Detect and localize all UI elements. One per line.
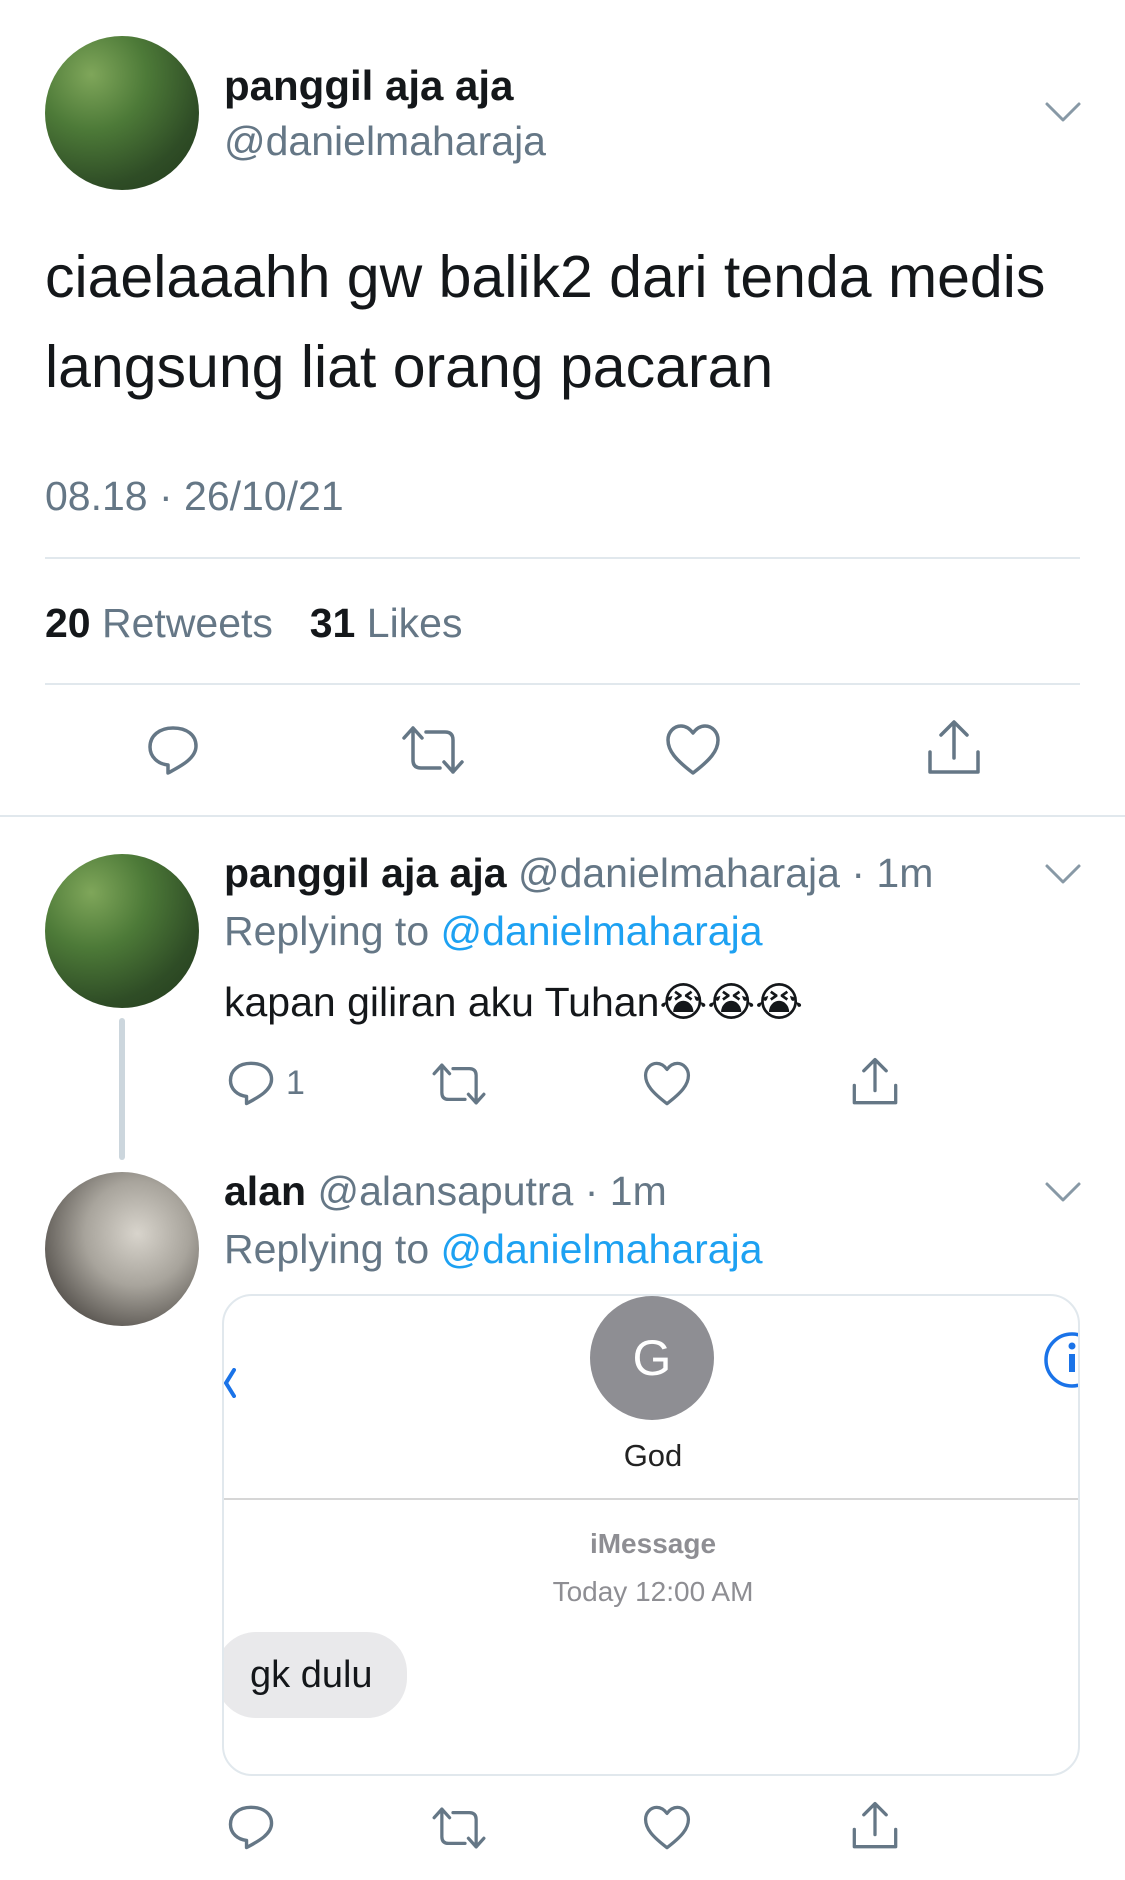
handle[interactable]: @danielmaharaja — [224, 118, 546, 165]
contact-name: God — [623, 1438, 683, 1473]
retweet-button[interactable] — [430, 1804, 488, 1852]
contact-avatar: G — [590, 1296, 714, 1420]
chevron-down-icon[interactable] — [1044, 100, 1082, 124]
heart-icon — [643, 1061, 691, 1106]
likes-stat[interactable]: 31 Likes — [310, 600, 463, 646]
reply-icon — [148, 726, 198, 775]
service-label: iMessage — [589, 1528, 717, 1559]
reply-button[interactable] — [226, 1802, 276, 1852]
reply-header: panggil aja aja @danielmaharaja · 1m — [224, 850, 933, 897]
heart-icon — [643, 1805, 691, 1850]
reply-button[interactable] — [145, 722, 201, 778]
share-icon — [852, 1057, 898, 1105]
retweets-label: Retweets — [102, 600, 273, 646]
replying-to: Replying to @danielmaharaja — [224, 908, 763, 955]
tweet-text-line: ciaelaaahh gw balik2 dari tenda medis — [45, 244, 1046, 310]
embed-divider — [224, 1498, 1078, 1500]
like-button[interactable] — [664, 722, 722, 778]
retweets-count: 20 — [45, 600, 91, 646]
divider — [45, 683, 1080, 685]
avatar[interactable] — [45, 1172, 199, 1326]
tweet-text-line: langsung liat orang pacaran — [45, 334, 774, 400]
info-icon — [1044, 1332, 1078, 1388]
retweet-icon — [432, 1063, 486, 1105]
display-name[interactable]: alan — [224, 1168, 306, 1214]
handle[interactable]: @alansaputra — [317, 1168, 573, 1214]
reply-header: alan @alansaputra · 1m — [224, 1168, 667, 1215]
chevron-down-icon[interactable] — [1044, 1180, 1082, 1204]
reply-icon — [228, 1061, 274, 1106]
divider — [45, 557, 1080, 559]
replying-to-handle[interactable]: @danielmaharaja — [441, 1226, 763, 1272]
replying-to-label: Replying to — [224, 908, 430, 954]
retweet-icon — [402, 726, 464, 774]
share-button[interactable] — [925, 718, 983, 778]
tweet-time[interactable]: · 1m — [851, 850, 933, 896]
tweet-text: ciaelaaahh gw balik2 dari tenda medis la… — [45, 232, 1095, 412]
share-button[interactable] — [850, 1056, 900, 1108]
retweet-icon — [432, 1807, 486, 1849]
heart-icon — [666, 724, 720, 775]
message-bubble: gk dulu — [224, 1632, 407, 1718]
like-button[interactable] — [642, 1804, 692, 1852]
handle[interactable]: @danielmaharaja — [518, 850, 840, 896]
retweet-button[interactable] — [430, 1060, 488, 1108]
display-name[interactable]: panggil aja aja — [224, 62, 513, 110]
message-time: Today 12:00 AM — [552, 1576, 754, 1607]
avatar[interactable] — [45, 36, 199, 190]
reply-button[interactable] — [226, 1058, 276, 1108]
likes-count: 31 — [309, 600, 356, 646]
reply-text: kapan giliran aku Tuhan😭😭😭 — [224, 979, 804, 1025]
retweets-stat[interactable]: 20 Retweets — [45, 600, 284, 646]
attached-image[interactable]: G God iMessage Today 12:00 AM gk dulu — [222, 1294, 1080, 1776]
replying-to: Replying to @danielmaharaja — [224, 1226, 763, 1273]
reply-count: 1 — [286, 1064, 305, 1102]
replying-to-handle[interactable]: @danielmaharaja — [441, 908, 763, 954]
replying-to-label: Replying to — [224, 1226, 430, 1272]
tweet-stats: 20 Retweets 31 Likes — [45, 600, 462, 647]
back-chevron-icon — [224, 1368, 236, 1398]
chevron-down-icon[interactable] — [1044, 862, 1082, 886]
like-button[interactable] — [642, 1060, 692, 1108]
likes-label: Likes — [366, 600, 463, 646]
display-name[interactable]: panggil aja aja — [224, 850, 507, 896]
reply-icon — [228, 1805, 274, 1850]
retweet-button[interactable] — [400, 722, 466, 778]
share-icon — [928, 720, 980, 774]
share-icon — [852, 1801, 898, 1849]
section-divider — [0, 815, 1125, 817]
avatar[interactable] — [45, 854, 199, 1008]
tweet-timestamp[interactable]: 08.18 · 26/10/21 — [45, 473, 344, 520]
thread-line — [119, 1018, 125, 1160]
tweet-time[interactable]: · 1m — [585, 1168, 667, 1214]
share-button[interactable] — [850, 1800, 900, 1852]
